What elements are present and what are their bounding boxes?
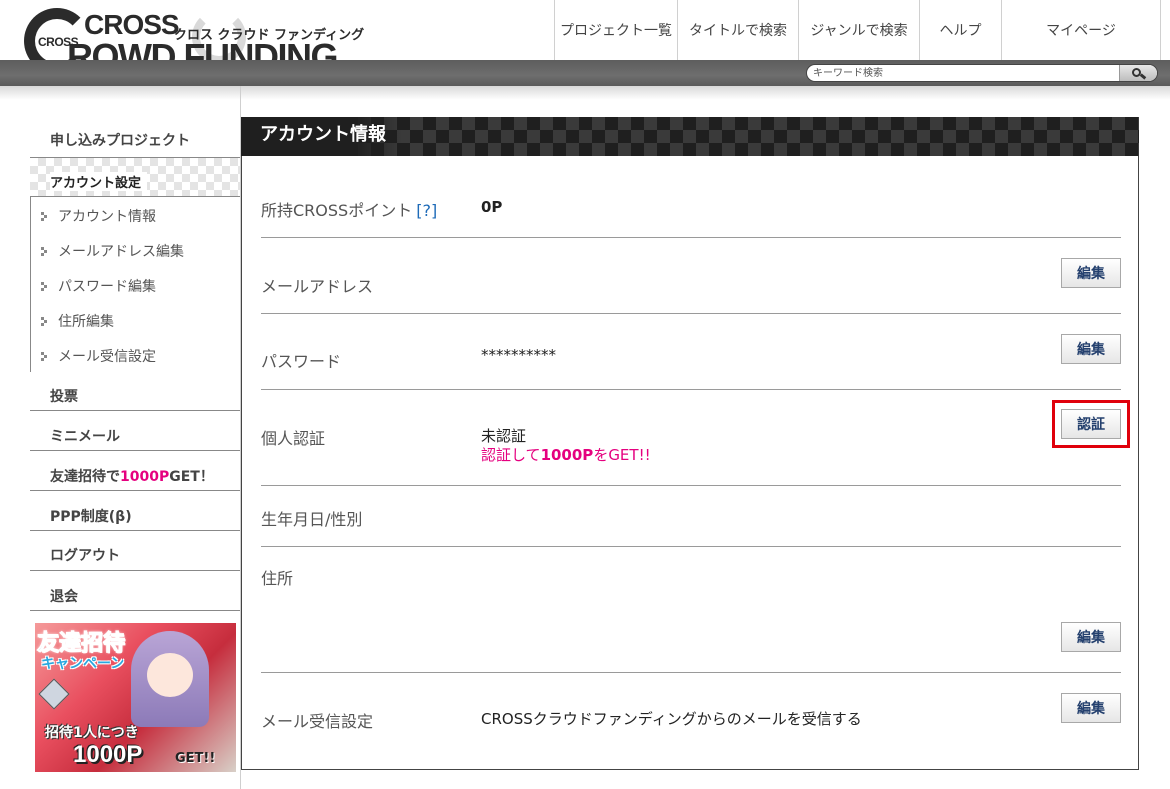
sidebar-item-password-edit[interactable]: パスワード編集 xyxy=(41,276,156,296)
password-edit-button[interactable]: 編集 xyxy=(1061,334,1121,364)
mail-settings-value: CROSSクラウドファンディングからのメールを受信する xyxy=(481,710,862,728)
banner-character-face xyxy=(147,653,193,697)
bullet-icon xyxy=(41,352,48,361)
invite-points: 1000P xyxy=(120,469,170,485)
points-help-link[interactable]: [?] xyxy=(416,201,437,220)
row-divider xyxy=(261,485,1121,486)
bullet-icon xyxy=(41,282,48,291)
sidebar-invite-friends[interactable]: 友達招待で1000PGET！ xyxy=(30,451,240,491)
sidebar-logout[interactable]: ログアウト xyxy=(30,531,240,571)
verify-button[interactable]: 認証 xyxy=(1061,409,1121,439)
sidebar-item-label: メール受信設定 xyxy=(58,349,156,365)
email-label: メールアドレス xyxy=(261,277,374,296)
global-nav: プロジェクト一覧 タイトルで検索 ジャンルで検索 ヘルプ マイページ xyxy=(554,0,1161,60)
sidebar-account-settings-label: アカウント設定 xyxy=(50,172,148,191)
invite-suffix: GET！ xyxy=(169,469,214,485)
site-header: CROSS CROSS クロス クラウド ファンディング ROWD FUNDIN… xyxy=(0,0,1170,100)
row-divider xyxy=(261,546,1121,547)
verification-note-suffix: をGET!! xyxy=(593,446,651,464)
row-divider xyxy=(261,237,1121,238)
points-label: 所持CROSSポイント [?] xyxy=(261,197,437,221)
search-icon-handle xyxy=(1139,73,1147,80)
row-divider xyxy=(261,389,1121,390)
verification-note-prefix: 認証して xyxy=(481,446,541,464)
row-divider xyxy=(261,672,1121,673)
sidebar-item-label: メールアドレス編集 xyxy=(58,244,184,260)
sidebar-withdraw[interactable]: 退会 xyxy=(30,571,240,611)
search-input[interactable] xyxy=(813,65,1121,81)
points-value: 0P xyxy=(481,198,503,216)
points-label-text: 所持CROSSポイント xyxy=(261,201,413,220)
sidebar-vote[interactable]: 投票 xyxy=(30,372,240,411)
address-label: 住所 xyxy=(261,569,294,588)
verification-label: 個人認証 xyxy=(261,429,326,448)
email-edit-button[interactable]: 編集 xyxy=(1061,258,1121,288)
bullet-icon xyxy=(41,317,48,326)
sidebar-item-label: 住所編集 xyxy=(58,314,114,330)
sidebar: 申し込みプロジェクト アカウント設定 アカウント情報 メールアドレス編集 パスワ… xyxy=(30,86,241,789)
sidebar-item-label: パスワード編集 xyxy=(58,279,156,295)
panel-header: アカウント情報 xyxy=(241,117,1139,156)
verification-status: 未認証 xyxy=(481,427,527,445)
nav-mypage[interactable]: マイページ xyxy=(1001,0,1161,60)
verification-note-points: 1000P xyxy=(540,446,594,464)
banner-points: 1000P xyxy=(73,741,143,768)
bullet-icon xyxy=(41,212,48,221)
banner-line: 招待1人につき xyxy=(45,725,139,741)
address-edit-button[interactable]: 編集 xyxy=(1061,622,1121,652)
sidebar-ppp[interactable]: PPP制度(β) xyxy=(30,491,240,531)
sidebar-item-email-edit[interactable]: メールアドレス編集 xyxy=(41,241,184,261)
invite-prefix: 友達招待で xyxy=(50,469,120,485)
sidebar-applied-projects[interactable]: 申し込みプロジェクト xyxy=(30,130,240,157)
nav-search-by-title[interactable]: タイトルで検索 xyxy=(677,0,798,60)
verification-note: 認証して1000PをGET!! xyxy=(481,444,651,465)
sidebar-mini-mail[interactable]: ミニメール xyxy=(30,411,240,451)
page-title: アカウント情報 xyxy=(241,117,402,156)
bullet-icon xyxy=(41,247,48,256)
password-value: ********** xyxy=(481,346,556,364)
search-button[interactable] xyxy=(1119,65,1157,81)
banner-get: GET!! xyxy=(175,751,216,766)
sidebar-item-account-info[interactable]: アカウント情報 xyxy=(41,206,156,226)
diamond-icon xyxy=(38,678,70,710)
sidebar-account-submenu: アカウント情報 メールアドレス編集 パスワード編集 住所編集 メール受信設定 xyxy=(30,197,240,372)
birth-gender-label: 生年月日/性別 xyxy=(261,510,363,529)
nav-search-by-genre[interactable]: ジャンルで検索 xyxy=(798,0,919,60)
password-label: パスワード xyxy=(261,352,342,371)
mail-settings-edit-button[interactable]: 編集 xyxy=(1061,693,1121,723)
account-info-panel: アカウント情報 所持CROSSポイント [?] 0P メールアドレス 編集 パスワ… xyxy=(241,117,1139,770)
sidebar-item-address-edit[interactable]: 住所編集 xyxy=(41,311,114,331)
banner-subtitle: キャンペーン xyxy=(41,656,125,672)
invite-campaign-banner[interactable]: 友達招待 キャンペーン 招待1人につき 1000P GET!! xyxy=(35,623,236,772)
sidebar-item-label: アカウント情報 xyxy=(58,209,156,225)
nav-project-list[interactable]: プロジェクト一覧 xyxy=(554,0,677,60)
sidebar-item-mail-settings[interactable]: メール受信設定 xyxy=(41,346,156,366)
mail-settings-label: メール受信設定 xyxy=(261,712,374,731)
search-box xyxy=(806,64,1158,82)
row-divider xyxy=(261,313,1121,314)
nav-help[interactable]: ヘルプ xyxy=(919,0,1001,60)
sidebar-account-settings-header: アカウント設定 xyxy=(30,157,240,197)
